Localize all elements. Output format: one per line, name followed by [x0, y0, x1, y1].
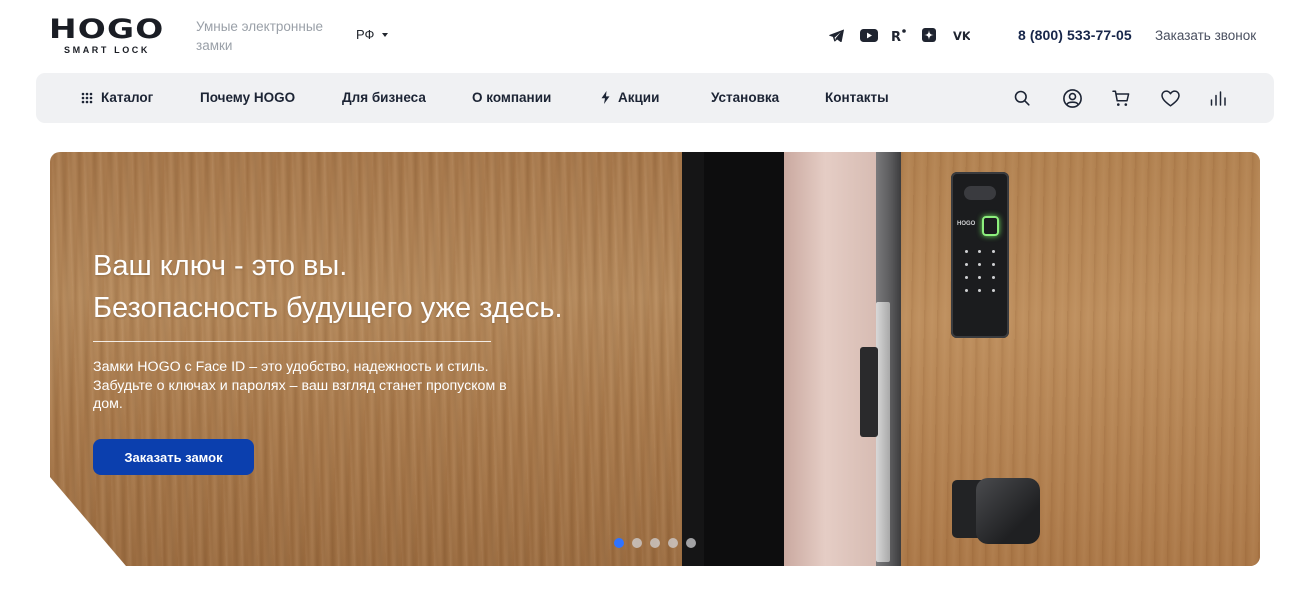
hero-image-strike-plate: [876, 302, 890, 562]
nav-item-promotions[interactable]: Акции: [601, 90, 659, 105]
region-selector[interactable]: РФ: [356, 27, 389, 42]
lightning-icon: [601, 91, 610, 104]
face-id-camera: [964, 186, 996, 200]
slider-dot-3[interactable]: [650, 538, 660, 548]
compare-icon[interactable]: [1210, 87, 1259, 109]
hero-image-latch: [860, 347, 878, 437]
top-header: HOGO SMART LOCK Умные электронные замки …: [0, 0, 1310, 72]
nav-item-label: Акции: [618, 90, 660, 105]
logo-subtitle: SMART LOCK: [64, 45, 150, 55]
hero-image-door-gap: [704, 152, 784, 566]
grid-icon: [81, 92, 93, 103]
nav-item-business[interactable]: Для бизнеса: [342, 90, 426, 105]
hero-banner: HOGO Ваш ключ - это вы. Безопасность буд…: [50, 152, 1260, 566]
logo-wordmark: HOGO: [49, 14, 165, 45]
nav-item-about[interactable]: О компании: [472, 90, 551, 105]
callback-link[interactable]: Заказать звонок: [1155, 28, 1256, 43]
telegram-icon[interactable]: [829, 26, 860, 44]
caret-down-icon: [382, 32, 389, 37]
rutube-icon[interactable]: R: [891, 26, 922, 44]
cart-icon[interactable]: [1112, 87, 1161, 109]
rutube-glyph: R: [891, 30, 901, 42]
search-icon[interactable]: [1014, 87, 1063, 109]
phone-number[interactable]: 8 (800) 533-77-05: [1018, 27, 1132, 43]
nav-item-label: Для бизнеса: [342, 90, 426, 105]
nav-item-installation[interactable]: Установка: [711, 90, 779, 105]
order-lock-button[interactable]: Заказать замок: [93, 439, 254, 475]
nav-actions: [1014, 87, 1259, 109]
slider-dot-2[interactable]: [632, 538, 642, 548]
region-label: РФ: [356, 27, 375, 42]
hero-image-door-handle: [952, 478, 1042, 546]
tagline: Умные электронные замки: [196, 19, 324, 53]
slider-dot-4[interactable]: [668, 538, 678, 548]
hero-title-line-2: Безопасность будущего уже здесь.: [93, 292, 563, 324]
slider-dot-5[interactable]: [686, 538, 696, 548]
hero-image-smart-lock-keypad: HOGO: [951, 172, 1009, 338]
nav-item-why-hogo[interactable]: Почему HOGO: [200, 90, 295, 105]
hero-image-door-frame: [682, 152, 704, 566]
keypad-keys: [960, 250, 1000, 292]
hero-divider: [93, 341, 491, 342]
vk-icon[interactable]: VK: [953, 26, 984, 44]
vk-glyph: VK: [953, 29, 970, 41]
nav-item-label: Установка: [711, 90, 780, 105]
youtube-icon[interactable]: [860, 26, 891, 44]
nav-item-label: Почему HOGO: [200, 90, 296, 105]
hero-description: Замки HOGO с Face ID – это удобство, над…: [93, 359, 507, 412]
favorites-icon[interactable]: [1161, 87, 1210, 109]
social-links: R VK: [829, 26, 984, 44]
dzen-icon[interactable]: [922, 26, 953, 44]
hero-title: Ваш ключ - это вы. Безопасность будущего…: [93, 245, 563, 329]
nav-item-label: О компании: [472, 90, 552, 105]
main-nav: Каталог Почему HOGO Для бизнеса О компан…: [36, 73, 1274, 123]
logo[interactable]: HOGO SMART LOCK: [49, 16, 169, 55]
slider-pagination: [614, 538, 696, 548]
nav-item-label: Контакты: [825, 90, 889, 105]
nav-item-contacts[interactable]: Контакты: [825, 90, 889, 105]
fingerprint-sensor-icon: [982, 216, 999, 236]
nav-item-catalog[interactable]: Каталог: [81, 90, 153, 105]
hero-title-line-1: Ваш ключ - это вы.: [93, 250, 348, 282]
account-icon[interactable]: [1063, 87, 1112, 109]
slider-dot-1[interactable]: [614, 538, 624, 548]
nav-item-label: Каталог: [101, 90, 154, 105]
keypad-brand: HOGO: [957, 221, 976, 227]
